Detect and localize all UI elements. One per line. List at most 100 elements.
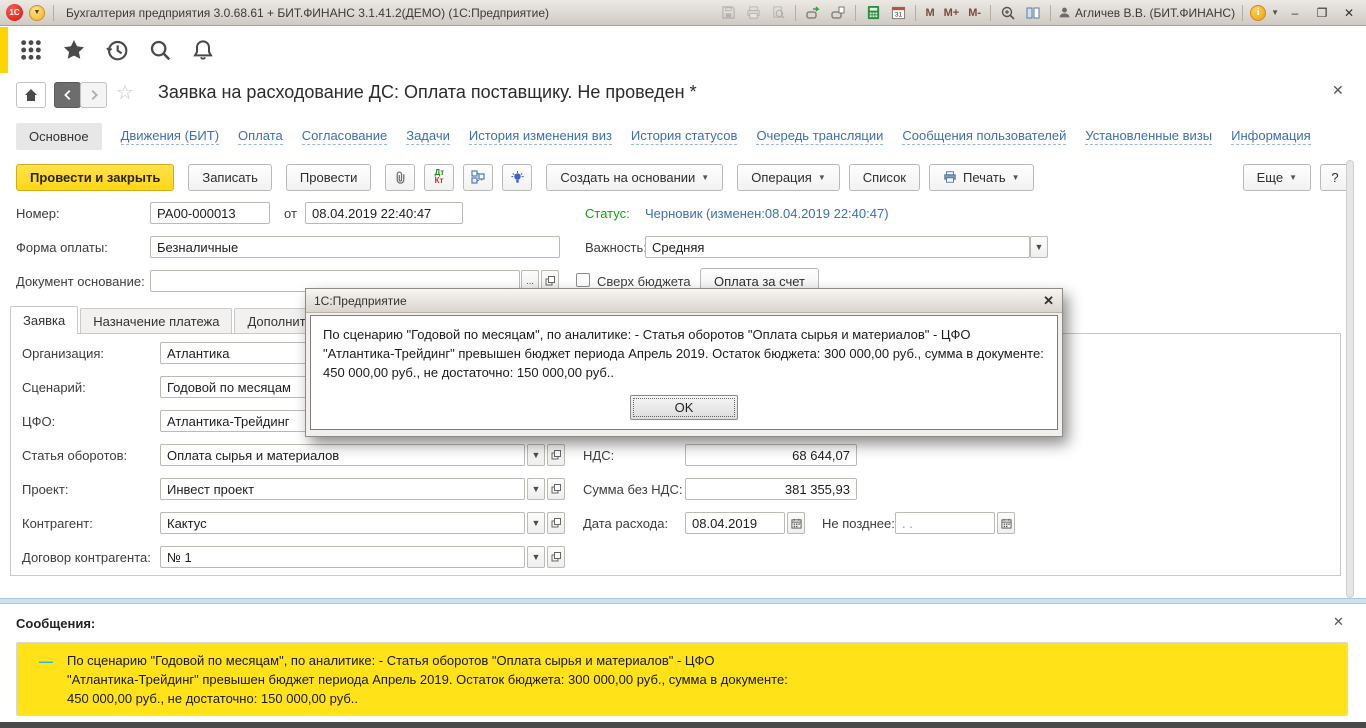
search-icon[interactable] [147,37,173,63]
tab-movements[interactable]: Движения (БИТ) [121,128,219,145]
favorites-icon[interactable] [61,37,87,63]
number-input[interactable] [150,202,270,224]
print-icon[interactable] [743,4,763,22]
calculator-icon[interactable] [863,4,883,22]
ok-button[interactable]: OK [630,395,738,420]
divider [1242,5,1243,21]
divider [915,5,916,21]
turnover-item-open-button[interactable] [547,444,565,466]
more-button[interactable]: Еще ▼ [1243,164,1311,191]
importance-dropdown-button[interactable]: ▼ [1030,236,1048,258]
document-date-input[interactable] [305,202,463,224]
zoom-icon[interactable] [998,4,1018,22]
tab-set-visas[interactable]: Установленные визы [1085,128,1212,145]
notifications-icon[interactable] [190,37,216,63]
save-icon[interactable] [718,4,738,22]
maximize-button[interactable]: ❐ [1311,6,1333,20]
app-window: 1С ▼ Бухгалтерия предприятия 3.0.68.61 +… [0,0,1366,728]
not-later-input[interactable] [895,512,995,534]
vertical-scrollbar[interactable] [1346,160,1354,598]
1c-logo-icon: 1С [6,4,23,21]
split-window-icon[interactable] [1023,4,1043,22]
close-messages-button[interactable]: ✕ [1333,614,1344,630]
not-later-calendar-button[interactable] [997,512,1015,534]
dialog-close-button[interactable]: ✕ [1043,293,1054,309]
open-icon [551,450,561,460]
tab-user-messages[interactable]: Сообщения пользователей [902,128,1066,145]
turnover-item-dropdown-button[interactable]: ▼ [527,444,545,466]
calendar-icon[interactable]: 31 [888,4,908,22]
print-preview-icon[interactable] [768,4,788,22]
apps-menu-icon[interactable] [18,37,44,63]
counterparty-dropdown-button[interactable]: ▼ [527,512,545,534]
counterparty-input[interactable] [160,512,525,534]
dt-kt-button[interactable]: Дт Кт [424,164,454,191]
counterparty-open-button[interactable] [547,512,565,534]
expense-date-input[interactable] [685,512,785,534]
print-button[interactable]: Печать ▼ [929,164,1034,191]
project-open-button[interactable] [547,478,565,500]
close-window-button[interactable]: ✕ [1338,6,1360,20]
list-button[interactable]: Список [849,164,920,191]
project-dropdown-button[interactable]: ▼ [527,478,545,500]
minimize-button[interactable]: – [1284,6,1306,20]
titlebar: 1С ▼ Бухгалтерия предприятия 3.0.68.61 +… [0,0,1366,26]
messages-splitter[interactable] [0,598,1366,604]
chevron-down-icon[interactable]: ▼ [1271,8,1279,17]
history-icon[interactable] [104,37,130,63]
project-input[interactable] [160,478,525,500]
payment-form-label: Форма оплаты: [16,240,108,255]
tab-tasks[interactable]: Задачи [406,128,450,145]
message-item[interactable]: — По сценарию "Годовой по месяцам", по а… [16,642,1348,716]
tab-broadcast-queue[interactable]: Очередь трансляции [756,128,883,145]
from-label: от [284,206,297,221]
status-value-link[interactable]: Черновик (изменен:08.04.2019 22:40:47) [645,206,889,221]
back-button[interactable] [54,82,81,108]
memory-m-plus-button[interactable]: M+ [942,7,962,19]
tab-information[interactable]: Информация [1231,128,1311,145]
main-menu-button[interactable]: ▼ [29,5,45,21]
contract-dropdown-button[interactable]: ▼ [527,546,545,568]
tab-approval[interactable]: Согласование [302,128,387,145]
contract-label: Договор контрагента: [22,550,151,565]
post-and-close-button[interactable]: Провести и закрыть [16,164,174,191]
calendar-icon [791,518,802,529]
svg-text:31: 31 [895,12,903,19]
tab-payment-purpose[interactable]: Назначение платежа [80,308,232,334]
tab-main[interactable]: Основное [16,123,102,150]
importance-input[interactable] [645,236,1030,258]
write-button[interactable]: Записать [188,164,272,191]
related-documents-button[interactable] [463,164,493,191]
expense-date-calendar-button[interactable] [787,512,805,534]
tab-visa-history[interactable]: История изменения виз [469,128,612,145]
structure-icon [470,169,486,185]
tab-payment[interactable]: Оплата [238,128,283,145]
get-link-icon[interactable] [803,4,823,22]
contract-open-button[interactable] [547,546,565,568]
amount-without-vat-input[interactable] [685,478,857,500]
hint-button[interactable] [502,164,532,191]
chevron-down-icon: ▼ [818,173,826,182]
operation-button[interactable]: Операция ▼ [737,164,840,191]
vat-input[interactable] [685,444,857,466]
turnover-item-input[interactable] [160,444,525,466]
close-form-button[interactable]: ✕ [1332,82,1344,99]
payment-form-input[interactable] [150,236,560,258]
tab-status-history[interactable]: История статусов [631,128,738,145]
info-icon[interactable]: i [1250,5,1266,21]
go-to-link-icon[interactable] [828,4,848,22]
memory-m-minus-button[interactable]: M- [966,7,983,19]
tab-request[interactable]: Заявка [10,306,78,334]
attachments-button[interactable] [385,164,415,191]
over-budget-checkbox[interactable] [576,273,590,287]
contract-input[interactable] [160,546,525,568]
create-based-on-button[interactable]: Создать на основании ▼ [546,164,723,191]
message-marker: — [39,653,53,669]
home-button[interactable] [16,82,46,108]
memory-m-button[interactable]: M [923,7,936,19]
current-user[interactable]: Агличев В.В. (БИТ.ФИНАНС) [1058,6,1235,20]
post-button[interactable]: Провести [286,164,372,191]
over-budget-label: Сверх бюджета [597,274,691,289]
forward-button[interactable] [80,82,107,108]
favorite-star-icon[interactable]: ☆ [116,82,134,104]
